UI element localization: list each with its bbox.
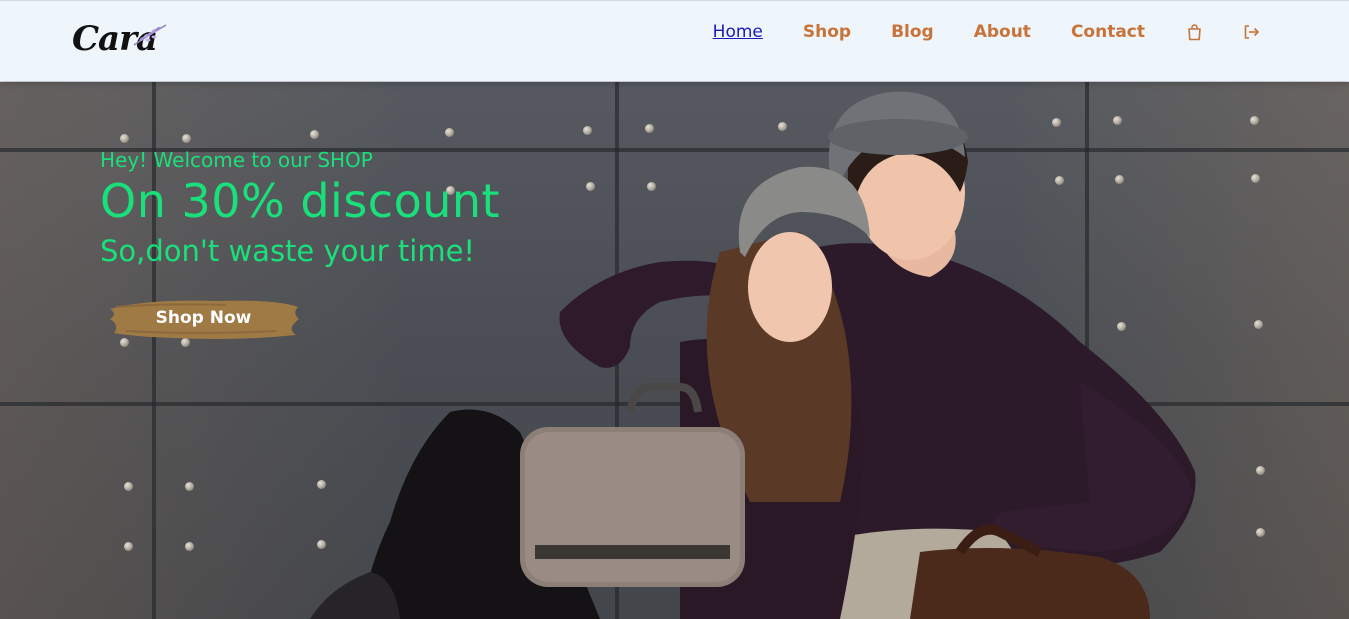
hero-subline: So,don't waste your time! [100,234,476,268]
wall-rivet [124,542,133,551]
site-header: Cara Home Shop Blog About Contact [0,0,1349,81]
nav-link-shop[interactable]: Shop [803,22,851,42]
nav-link-blog[interactable]: Blog [891,22,934,42]
main-nav: Home Shop Blog About Contact [673,21,1261,43]
wall-rivet [1256,466,1265,475]
lavender-sprig-icon [133,24,167,46]
shopping-bag-icon[interactable] [1185,21,1203,43]
wall-rivet [182,134,191,143]
nav-link-about[interactable]: About [974,22,1031,42]
hero-banner: Hey! Welcome to our SHOP On 30% discount… [0,82,1349,619]
nav-link-contact[interactable]: Contact [1071,22,1145,42]
wall-rivet [185,542,194,551]
sign-out-icon[interactable] [1243,21,1261,43]
shop-now-label: Shop Now [155,308,252,328]
wall-rivet [124,482,133,491]
shop-now-button[interactable]: Shop Now [106,295,301,341]
wall-rivet [1254,320,1263,329]
wall-rivet [1256,528,1265,537]
hero-headline: On 30% discount [100,174,501,228]
wall-rivet [120,134,129,143]
wall-rivet [1250,116,1259,125]
nav-link-home[interactable]: Home [713,22,763,42]
brand-logo[interactable]: Cara [72,17,172,63]
wall-rivet [1251,174,1260,183]
hero-copy: Hey! Welcome to our SHOP On 30% discount… [100,148,500,268]
hero-eyebrow: Hey! Welcome to our SHOP [100,148,373,172]
wall-rivet [185,482,194,491]
